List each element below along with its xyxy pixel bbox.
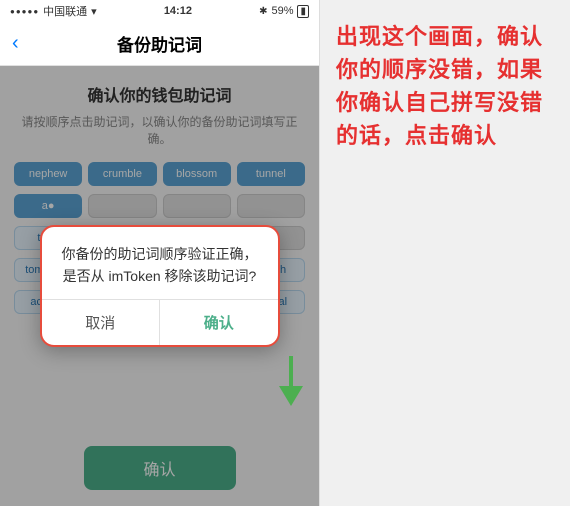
dialog-message: 你备份的助记词顺序验证正确，是否从 imToken 移除该助记词? [60, 243, 260, 288]
bluetooth-icon: ✱ [259, 6, 267, 17]
annotation-panel: 出现这个画面，确认你的顺序没错，如果你确认自己拼写没错的话，点击确认 [320, 0, 570, 506]
dialog-body: 你备份的助记词顺序验证正确，是否从 imToken 移除该助记词? [42, 227, 278, 300]
signal-dots: ●●●●● [10, 7, 39, 16]
battery-icon: ▮ [297, 5, 309, 18]
status-right: ✱ 59% ▮ [259, 5, 309, 18]
battery-percent: 59% [271, 5, 293, 17]
annotation-text: 出现这个画面，确认你的顺序没错，如果你确认自己拼写没错的话，点击确认 [336, 20, 554, 152]
carrier-label: 中国联通 [43, 3, 87, 19]
status-bar: ●●●●● 中国联通 ▾ 14:12 ✱ 59% ▮ [0, 0, 319, 22]
main-content: 确认你的钱包助记词 请按顺序点击助记词，以确认你的备份助记词填写正确。 neph… [0, 66, 319, 506]
confirmation-dialog: 你备份的助记词顺序验证正确，是否从 imToken 移除该助记词? 取消 确认 [40, 225, 280, 348]
dialog-overlay: 你备份的助记词顺序验证正确，是否从 imToken 移除该助记词? 取消 确认 [0, 66, 319, 506]
back-button[interactable]: ‹ [12, 32, 19, 55]
arrow-icon [275, 356, 307, 406]
dialog-confirm-button[interactable]: 确认 [160, 300, 278, 345]
wifi-icon: ▾ [91, 5, 97, 18]
phone-frame: ●●●●● 中国联通 ▾ 14:12 ✱ 59% ▮ ‹ 备份助记词 确认你的钱… [0, 0, 320, 506]
dialog-cancel-button[interactable]: 取消 [42, 300, 161, 345]
nav-title: 备份助记词 [117, 31, 202, 56]
nav-bar: ‹ 备份助记词 [0, 22, 319, 66]
status-left: ●●●●● 中国联通 ▾ [10, 3, 97, 19]
dialog-actions: 取消 确认 [42, 299, 278, 345]
time-display: 14:12 [164, 5, 192, 17]
